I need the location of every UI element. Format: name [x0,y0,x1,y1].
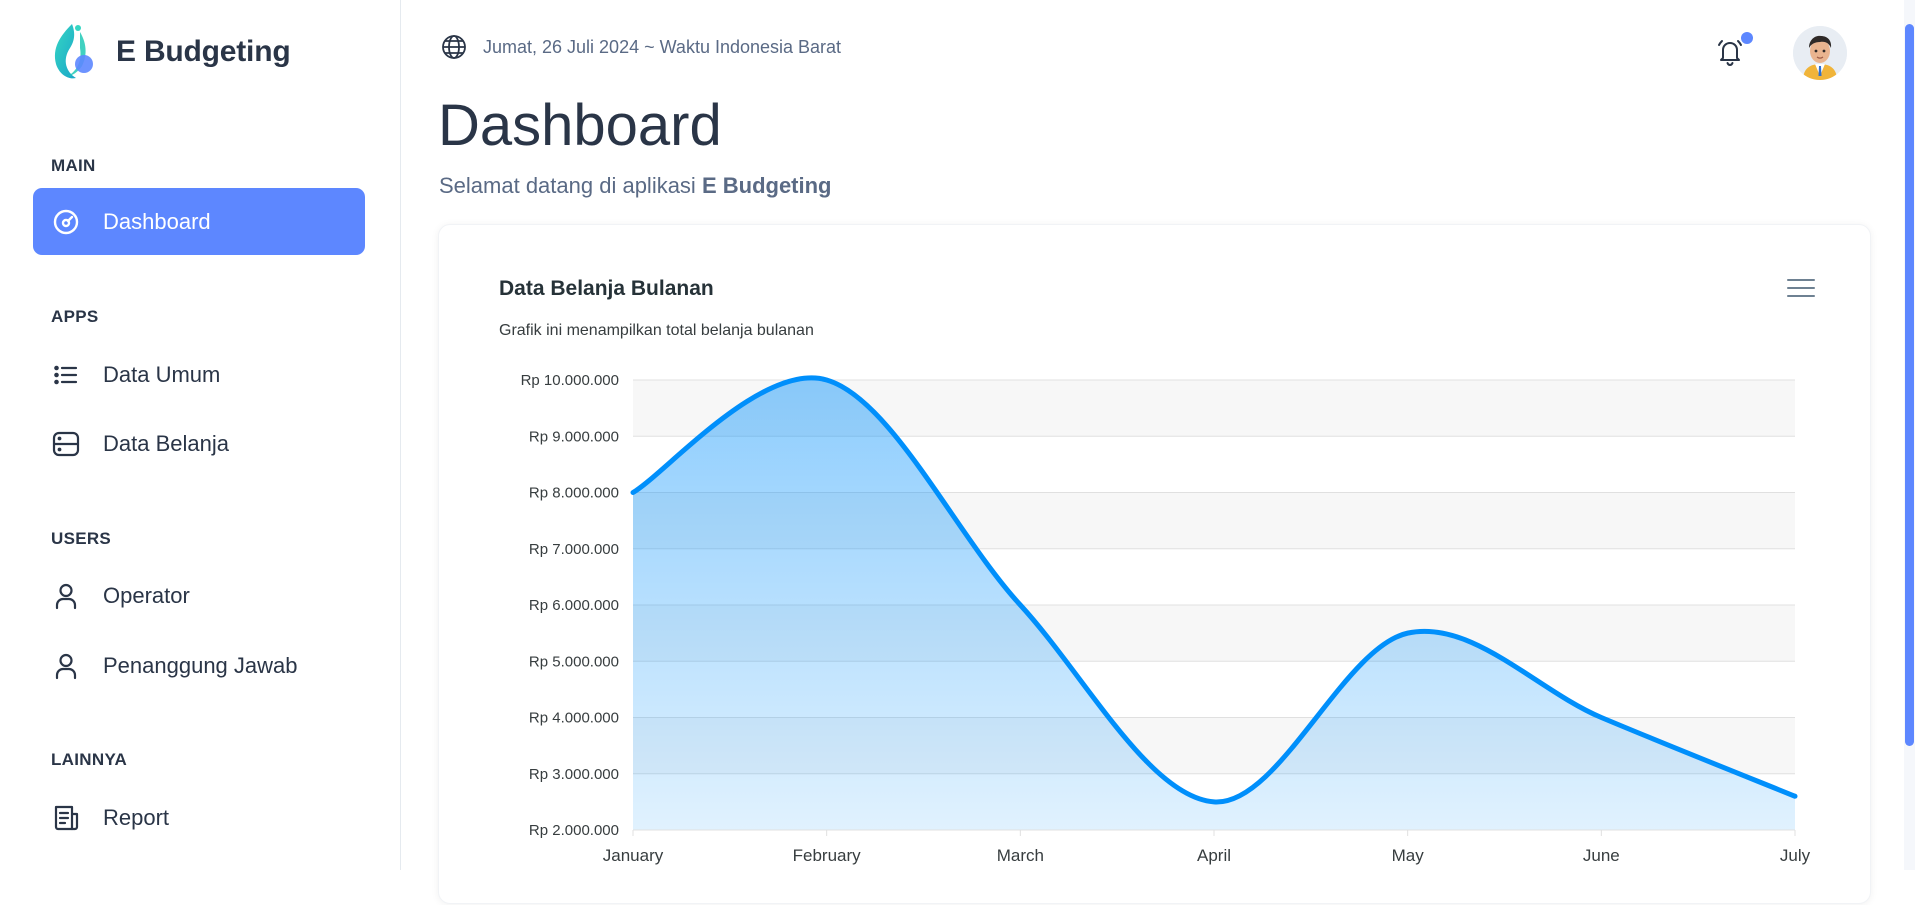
x-tick-label: January [603,846,664,865]
brand[interactable]: E Budgeting [50,20,290,84]
welcome-prefix: Selamat datang di aplikasi [439,173,696,198]
section-title-lainnya: LAINNYA [51,750,127,770]
section-title-users: USERS [51,529,111,549]
avatar-image [1793,26,1847,80]
welcome-app-name: E Budgeting [702,173,832,198]
scrollbar-thumb[interactable] [1905,24,1914,746]
x-tick-label: March [997,846,1044,865]
x-tick-label: June [1583,846,1620,865]
welcome-text: Selamat datang di aplikasi E Budgeting [439,173,832,199]
x-tick-label: July [1780,846,1811,865]
area-chart: Rp 10.000.000 Rp 9.000.000 Rp 8.000.000 Rp … [439,225,1872,905]
y-tick-label: Rp 2.000.000 [529,822,619,839]
sidebar-item-label: Data Belanja [103,431,229,457]
sidebar-item-penanggung-jawab[interactable]: Penanggung Jawab [33,632,365,699]
y-tick-label: Rp 6.000.000 [529,597,619,614]
sidebar-item-data-belanja[interactable]: Data Belanja [33,410,365,477]
y-tick-label: Rp 3.000.000 [529,766,619,783]
sidebar-item-label: Report [103,805,169,831]
brand-name: E Budgeting [116,35,290,69]
sidebar-item-report[interactable]: Report [33,784,365,851]
y-tick-label: Rp 10.000.000 [521,372,619,389]
section-title-main: MAIN [51,156,96,176]
date-bar: Jumat, 26 Juli 2024 ~ Waktu Indonesia Ba… [441,34,841,60]
y-tick-label: Rp 4.000.000 [529,710,619,727]
user-icon [51,651,81,681]
y-tick-label: Rp 9.000.000 [529,428,619,445]
gauge-icon [51,207,81,237]
page-title: Dashboard [438,92,722,159]
server-icon [51,429,81,459]
x-tick-label: February [793,846,862,865]
y-tick-label: Rp 7.000.000 [529,541,619,558]
list-icon [51,360,81,390]
y-tick-label: Rp 5.000.000 [529,653,619,670]
sidebar-item-data-umum[interactable]: Data Umum [33,341,365,408]
chart-card: Data Belanja Bulanan Grafik ini menampil… [438,224,1871,904]
date-text: Jumat, 26 Juli 2024 ~ Waktu Indonesia Ba… [483,37,841,58]
globe-icon [441,34,467,60]
ebudgeting-logo-icon [50,20,98,84]
sidebar-item-operator[interactable]: Operator [33,562,365,629]
main-content: Jumat, 26 Juli 2024 ~ Waktu Indonesia Ba… [401,0,1896,870]
sidebar-item-label: Penanggung Jawab [103,653,298,679]
sidebar-item-label: Dashboard [103,209,211,235]
x-tick-label: May [1392,846,1425,865]
sidebar-item-label: Operator [103,583,190,609]
notification-badge [1741,32,1753,44]
report-icon [51,803,81,833]
y-tick-label: Rp 8.000.000 [529,485,619,502]
x-tick-label: April [1197,846,1231,865]
section-title-apps: APPS [51,307,99,327]
sidebar-item-label: Data Umum [103,362,220,388]
sidebar-item-dashboard[interactable]: Dashboard [33,188,365,255]
avatar[interactable] [1793,26,1847,80]
sidebar: E Budgeting MAIN Dashboard APPS Data Umu… [0,0,401,870]
user-icon [51,581,81,611]
